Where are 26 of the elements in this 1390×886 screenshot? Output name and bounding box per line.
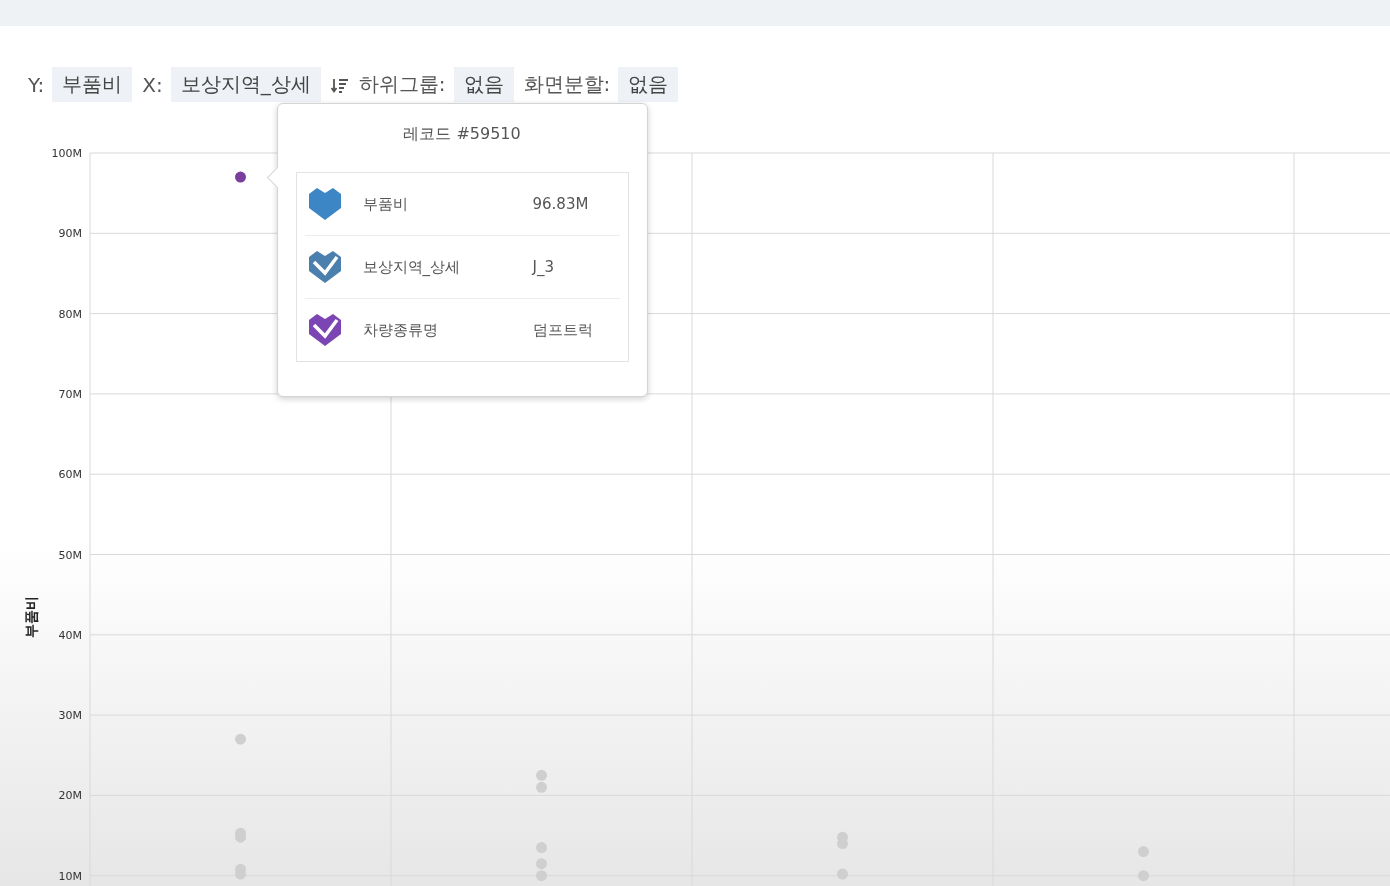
y-tick-label: 70M [58,387,82,401]
y-tick-label: 10M [58,869,82,883]
field-value: J_3 [532,258,554,277]
y-tick-label: 20M [58,789,82,803]
y-axis-title: 부품비 [23,596,39,638]
y-tick-label: 50M [58,548,82,562]
field-name: 보상지역_상세 [362,257,461,277]
field-selector[interactable]: 없음 [618,67,679,102]
field-selector[interactable]: 부품비 [52,67,133,102]
field-selector[interactable]: 없음 [453,67,514,102]
y-tick-label: 40M [58,628,82,642]
field-label: Y: [28,72,45,97]
y-tick-label: 60M [58,468,82,482]
tooltip-title: 레코드 #59510 [402,124,522,146]
y-tick-label: 90M [58,227,82,241]
field-label: 화면분할: [523,71,611,98]
field-name: 부품비 [362,194,409,214]
field-label: 하위그룹: [358,71,446,98]
field-value: 96.83M [532,195,589,214]
y-tick-label: 100M [51,147,82,160]
field-selector[interactable]: 보상지역_상세 [170,67,321,102]
field-label: X: [142,72,163,97]
y-tick-label: 80M [58,307,82,321]
field-name: 차량종류명 [362,320,439,340]
field-value: 덤프트럭 [532,320,593,340]
y-tick-label: 30M [58,709,82,723]
